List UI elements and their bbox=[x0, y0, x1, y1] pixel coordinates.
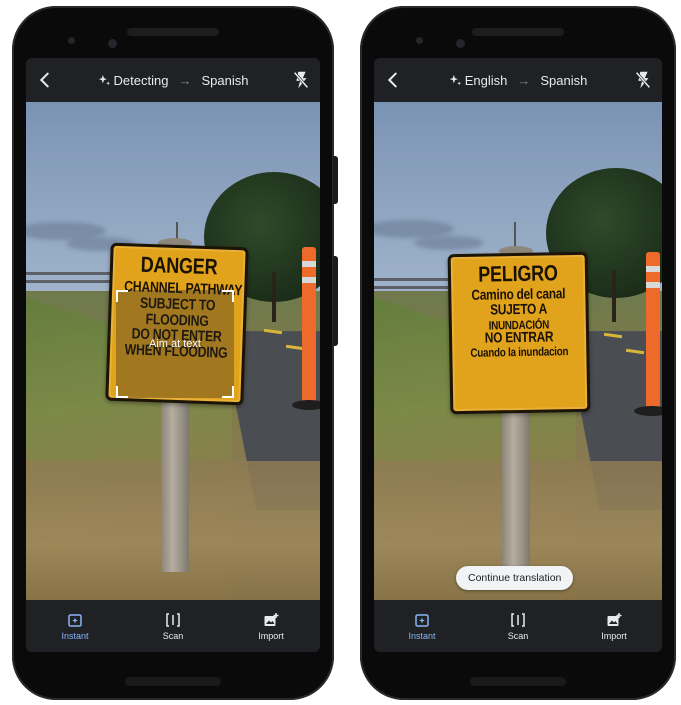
source-language-button[interactable]: Detecting bbox=[98, 72, 169, 88]
bottom-mode-bar: Instant Scan Import bbox=[26, 600, 320, 652]
instant-icon bbox=[415, 613, 429, 627]
source-language-button[interactable]: English bbox=[449, 72, 508, 88]
target-language-button[interactable]: Spanish bbox=[540, 73, 587, 88]
camera-viewfinder: PELIGRO Camino del canal SUJETO A INUNDA… bbox=[374, 102, 662, 600]
flash-off-icon[interactable] bbox=[290, 69, 312, 91]
mode-scan-button[interactable]: Scan bbox=[133, 612, 213, 641]
target-language-label: Spanish bbox=[540, 72, 588, 88]
sign-line: PELIGRO bbox=[478, 260, 558, 287]
source-language-label: Detecting bbox=[113, 72, 169, 88]
earpiece-speaker bbox=[127, 28, 219, 36]
frame-corner bbox=[222, 290, 234, 302]
volume-button bbox=[333, 256, 338, 346]
screen: English → Spanish PELIGRO Camino del can… bbox=[374, 58, 662, 652]
frame-corner bbox=[116, 386, 128, 398]
instant-icon bbox=[68, 613, 82, 627]
scan-icon bbox=[511, 612, 525, 627]
orange-bollard bbox=[646, 252, 660, 412]
sensor bbox=[108, 39, 117, 48]
mode-label: Scan bbox=[162, 630, 184, 641]
mode-label: Instant bbox=[408, 630, 436, 641]
orange-bollard bbox=[302, 247, 316, 407]
phone-right: English → Spanish PELIGRO Camino del can… bbox=[360, 6, 676, 700]
bottom-speaker bbox=[470, 677, 566, 686]
target-language-label: Spanish bbox=[201, 72, 249, 88]
sign-peligro: PELIGRO Camino del canal SUJETO A INUNDA… bbox=[447, 251, 591, 415]
power-button bbox=[333, 156, 338, 204]
mode-instant-button[interactable]: Instant bbox=[382, 612, 462, 641]
mode-label: Instant bbox=[61, 630, 89, 641]
camera-viewfinder: DANGER CHANNEL PATHWAY SUBJECT TO FLOODI… bbox=[26, 102, 320, 600]
mode-label: Import bbox=[601, 630, 627, 641]
top-bar: Detecting → Spanish bbox=[26, 58, 320, 102]
sign-line: Cuando la inundacion bbox=[470, 344, 569, 361]
mode-label: Scan bbox=[507, 630, 529, 641]
front-camera bbox=[68, 37, 75, 44]
top-bar: English → Spanish bbox=[374, 58, 662, 102]
frame-corner bbox=[116, 290, 128, 302]
mode-scan-button[interactable]: Scan bbox=[478, 612, 558, 641]
language-arrow-icon: → bbox=[517, 72, 531, 88]
import-icon bbox=[607, 612, 622, 626]
source-language-label: English bbox=[464, 72, 508, 88]
mode-instant-button[interactable]: Instant bbox=[35, 612, 115, 641]
sensor bbox=[456, 39, 465, 48]
phone-left: Detecting → Spanish DANGER CHANNEL PATHW… bbox=[12, 6, 338, 700]
mode-import-button[interactable]: Import bbox=[574, 612, 654, 641]
import-icon bbox=[264, 612, 279, 626]
sparkle-icon bbox=[449, 74, 461, 85]
sign-line: DANGER bbox=[140, 251, 218, 280]
language-arrow-icon: → bbox=[178, 72, 192, 88]
mode-import-button[interactable]: Import bbox=[231, 612, 311, 641]
bottom-speaker bbox=[125, 677, 221, 686]
aim-hint: Aim at text bbox=[149, 338, 201, 350]
front-camera bbox=[416, 37, 423, 44]
mode-label: Import bbox=[258, 630, 284, 641]
target-language-button[interactable]: Spanish bbox=[201, 73, 248, 88]
continue-translation-button[interactable]: Continue translation bbox=[456, 566, 574, 590]
bottom-mode-bar: Instant Scan Import bbox=[374, 600, 662, 652]
sparkle-icon bbox=[98, 74, 110, 85]
earpiece-speaker bbox=[472, 28, 564, 36]
frame-corner bbox=[222, 386, 234, 398]
scan-icon bbox=[166, 612, 180, 627]
screen: Detecting → Spanish DANGER CHANNEL PATHW… bbox=[26, 58, 320, 652]
flash-off-icon[interactable] bbox=[632, 69, 654, 91]
